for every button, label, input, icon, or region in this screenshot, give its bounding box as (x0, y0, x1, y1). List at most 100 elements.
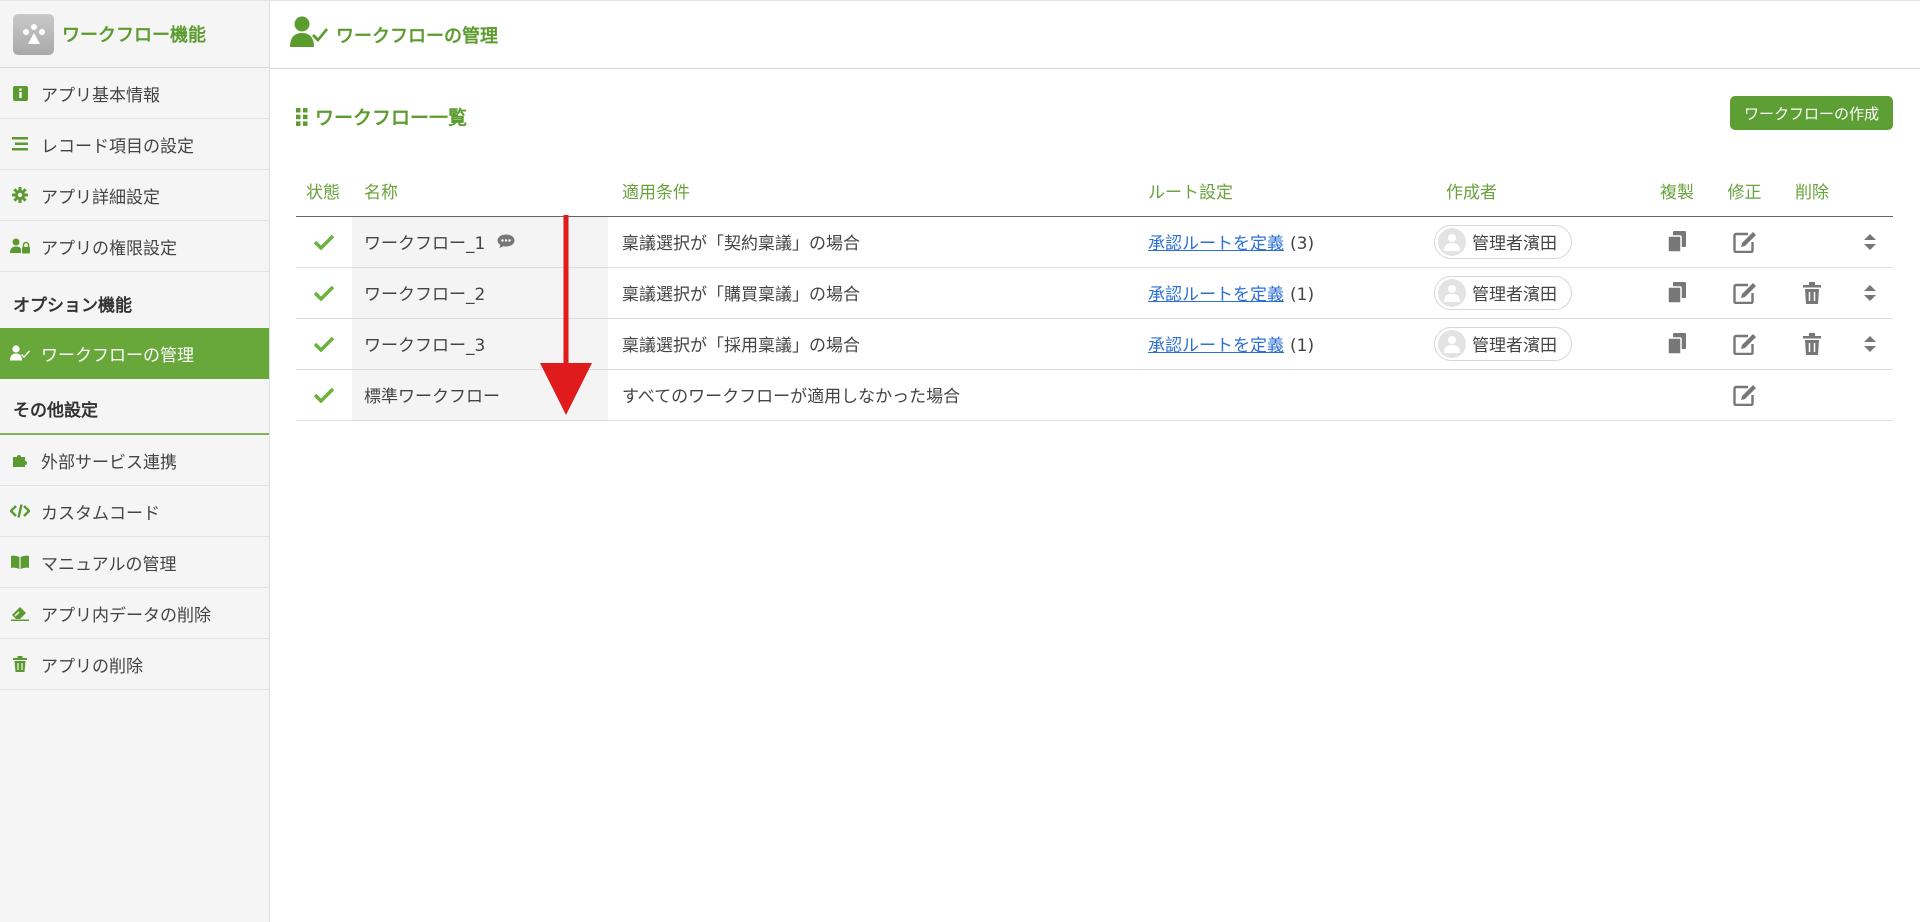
sidebar-item-custom-code[interactable]: カスタムコード (0, 486, 269, 537)
sidebar-item-label: ワークフローの管理 (41, 345, 194, 366)
section-heading-options: オプション機能 (13, 296, 132, 316)
sidebar-item-label: アプリの削除 (41, 656, 143, 677)
sidebar-item-manuals[interactable]: マニュアルの管理 (0, 537, 269, 588)
sidebar-item-label: マニュアルの管理 (41, 554, 177, 575)
sidebar-item-label: アプリ詳細設定 (41, 187, 160, 208)
column-header-copy: 複製 (1643, 166, 1711, 217)
sort-handle-icon[interactable] (1846, 233, 1893, 250)
workflow-condition: 稟議選択が「採用稟議」の場合 (608, 318, 1148, 370)
workflow-condition: 稟議選択が「契約稟議」の場合 (608, 216, 1148, 268)
table-header-row: 状態 名称 適用条件 ルート設定 作成者 複製 修正 削除 (296, 166, 1893, 217)
sidebar-item-label: 外部サービス連携 (41, 452, 177, 473)
workflow-list-heading: ワークフロー一覧 (296, 103, 467, 130)
list-icon (10, 134, 30, 154)
column-header-condition: 適用条件 (608, 166, 1148, 217)
copy-icon[interactable] (1643, 332, 1711, 355)
table-row: 標準ワークフロー すべてのワークフローが適用しなかった場合 (296, 369, 1893, 421)
sidebar-item-workflow[interactable]: ワークフローの管理 (0, 328, 269, 379)
page-title: ワークフローの管理 (336, 25, 498, 47)
edit-icon[interactable] (1711, 282, 1778, 304)
sort-handle-icon[interactable] (1846, 284, 1893, 301)
author-cell: 管理者濱田 (1434, 318, 1643, 370)
avatar (1438, 329, 1466, 358)
puzzle-icon (10, 450, 30, 470)
author-chip[interactable]: 管理者濱田 (1434, 275, 1572, 310)
check-icon (296, 336, 352, 352)
eraser-icon (10, 603, 30, 623)
sidebar-item-label: アプリ基本情報 (41, 85, 160, 106)
author-chip[interactable]: 管理者濱田 (1434, 224, 1572, 259)
route-count: (1) (1290, 336, 1315, 356)
user-check-icon (10, 343, 30, 363)
delete-icon[interactable] (1778, 281, 1846, 304)
code-icon (10, 501, 30, 521)
author-name: 管理者濱田 (1472, 336, 1557, 356)
define-route-link[interactable]: 承認ルートを定義 (1148, 285, 1284, 305)
section-heading-other: その他設定 (0, 379, 269, 435)
avatar (1438, 278, 1466, 307)
grip-icon (296, 107, 308, 126)
sidebar-item-app-info[interactable]: アプリ基本情報 (0, 68, 269, 119)
check-icon (296, 387, 352, 403)
author-chip[interactable]: 管理者濱田 (1434, 326, 1572, 361)
comment-icon[interactable] (497, 234, 515, 254)
column-header-route: ルート設定 (1148, 166, 1434, 217)
sidebar-item-delete-app[interactable]: アプリの削除 (0, 639, 269, 690)
edit-icon[interactable] (1711, 384, 1778, 406)
author-name: 管理者濱田 (1472, 234, 1557, 254)
edit-icon[interactable] (1711, 333, 1778, 355)
sidebar-item-label: アプリ内データの削除 (41, 605, 211, 626)
route-count: (3) (1290, 234, 1315, 254)
define-route-link[interactable]: 承認ルートを定義 (1148, 336, 1284, 356)
app-root: ワークフロー機能 アプリ基本情報 レコード項目の設定 アプリ詳細設定 アプリの権… (0, 0, 1920, 922)
sidebar-item-record-fields[interactable]: レコード項目の設定 (0, 119, 269, 170)
sidebar-item-label: レコード項目の設定 (41, 136, 194, 157)
workflow-condition: すべてのワークフローが適用しなかった場合 (608, 369, 1148, 421)
user-check-icon (290, 16, 328, 53)
sidebar-item-permissions[interactable]: アプリの権限設定 (0, 221, 269, 272)
create-workflow-button[interactable]: ワークフローの作成 (1729, 96, 1893, 130)
main-content: ワークフロー一覧 ワークフローの作成 状態 名称 適用条件 ルート設定 作成者 … (270, 69, 1920, 922)
column-header-edit: 修正 (1711, 166, 1778, 217)
edit-icon[interactable] (1711, 231, 1778, 253)
trash-icon (10, 654, 30, 674)
sidebar-item-label: アプリの権限設定 (41, 238, 177, 259)
column-header-name: 名称 (352, 166, 608, 217)
copy-icon[interactable] (1643, 281, 1711, 304)
column-header-sort (1846, 166, 1893, 217)
check-icon (296, 285, 352, 301)
define-route-link[interactable]: 承認ルートを定義 (1148, 234, 1284, 254)
book-icon (10, 552, 30, 572)
page-header: ワークフローの管理 (270, 0, 1920, 69)
sidebar-item-delete-data[interactable]: アプリ内データの削除 (0, 588, 269, 639)
red-down-arrow-annotation (540, 215, 592, 420)
workflow-table: 状態 名称 適用条件 ルート設定 作成者 複製 修正 削除 ワークフロー_1 稟… (296, 166, 1893, 421)
gear-icon (10, 185, 30, 205)
workflow-list-title: ワークフロー一覧 (315, 107, 468, 129)
app-logo-icon (13, 13, 54, 55)
sidebar-brand: ワークフロー機能 (0, 0, 269, 68)
sidebar-item-app-detail[interactable]: アプリ詳細設定 (0, 170, 269, 221)
workflow-name: ワークフロー_1 (364, 234, 486, 254)
sidebar-item-external-services[interactable]: 外部サービス連携 (0, 435, 269, 486)
user-lock-icon (10, 236, 30, 256)
delete-icon[interactable] (1778, 332, 1846, 355)
workflow-condition: 稟議選択が「購買稟議」の場合 (608, 267, 1148, 319)
column-header-delete: 削除 (1778, 166, 1846, 217)
sidebar: ワークフロー機能 アプリ基本情報 レコード項目の設定 アプリ詳細設定 アプリの権… (0, 0, 270, 922)
route-cell: 承認ルートを定義 (3) (1148, 216, 1434, 268)
check-icon (296, 234, 352, 250)
author-cell: 管理者濱田 (1434, 267, 1643, 319)
table-row: ワークフロー_1 稟議選択が「契約稟議」の場合 承認ルートを定義 (3) 管理者濱… (296, 216, 1893, 268)
column-header-author: 作成者 (1434, 166, 1643, 217)
column-header-state: 状態 (296, 166, 352, 217)
table-row: ワークフロー_2 稟議選択が「購買稟議」の場合 承認ルートを定義 (1) 管理者濱… (296, 267, 1893, 319)
table-row: ワークフロー_3 稟議選択が「採用稟議」の場合 承認ルートを定義 (1) 管理者濱… (296, 318, 1893, 370)
sidebar-item-label: カスタムコード (41, 503, 160, 524)
author-name: 管理者濱田 (1472, 285, 1557, 305)
copy-icon[interactable] (1643, 230, 1711, 253)
sort-handle-icon[interactable] (1846, 335, 1893, 352)
info-icon (10, 83, 30, 103)
author-cell: 管理者濱田 (1434, 216, 1643, 268)
route-count: (1) (1290, 285, 1315, 305)
